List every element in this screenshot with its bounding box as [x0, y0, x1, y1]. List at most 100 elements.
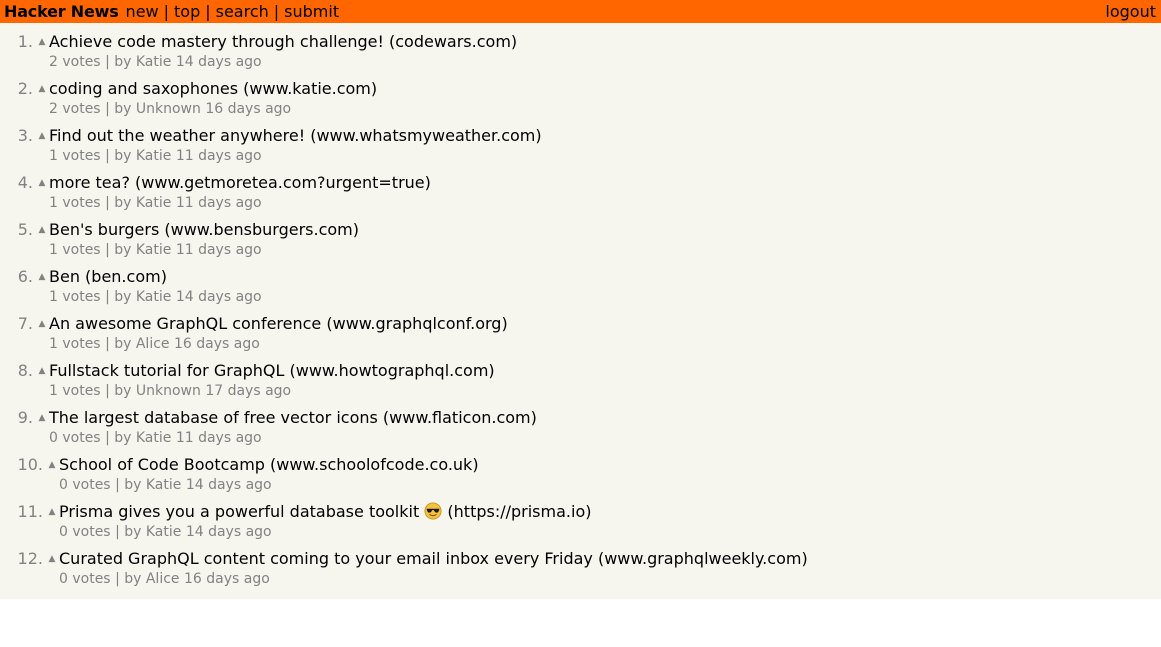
- link-body: Ben (ben.com) 1 votes | by Katie 14 days …: [49, 267, 262, 307]
- link-rank: 3.: [17, 126, 33, 145]
- link-list: 1. ▲ Achieve code mastery through challeng…: [0, 23, 1161, 599]
- nav-top-link[interactable]: top: [174, 2, 200, 21]
- posted-time: 14 days ago: [185, 524, 272, 540]
- link-body: Prisma gives you a powerful database too…: [59, 502, 591, 542]
- link-meta: 1 votes | by Katie 11 days ago: [49, 193, 431, 213]
- link-title-text: An awesome GraphQL conference (www.graph…: [49, 314, 508, 333]
- link-title[interactable]: Prisma gives you a powerful database too…: [59, 502, 591, 522]
- upvote-triangle-icon[interactable]: ▲: [35, 126, 49, 146]
- vote-count: 1 votes: [49, 289, 101, 305]
- upvote-triangle-icon[interactable]: ▲: [35, 314, 49, 334]
- link-title[interactable]: more tea? (www.getmoretea.com?urgent=tru…: [49, 173, 431, 193]
- posted-time: 14 days ago: [185, 477, 272, 493]
- link-body: School of Code Bootcamp (www.schoolofcod…: [59, 455, 479, 495]
- nav-submit-link[interactable]: submit: [284, 2, 339, 21]
- upvote-triangle-icon[interactable]: ▲: [35, 408, 49, 428]
- posted-time: 16 days ago: [183, 571, 270, 587]
- posted-by: by Katie: [114, 242, 172, 258]
- link-domain: (https://prisma.io): [447, 502, 592, 521]
- vote-count: 1 votes: [49, 383, 101, 399]
- link-title[interactable]: Find out the weather anywhere! (www.what…: [49, 126, 542, 146]
- link-meta: 0 votes | by Katie 14 days ago: [59, 475, 479, 495]
- link-meta: 2 votes | by Unknown 16 days ago: [49, 99, 377, 119]
- meta-separator: |: [105, 289, 110, 305]
- meta-separator: |: [105, 195, 110, 211]
- vote-count: 2 votes: [49, 54, 101, 70]
- link-rank: 7.: [17, 314, 33, 333]
- upvote-triangle-icon[interactable]: ▲: [35, 361, 49, 381]
- upvote-triangle-icon[interactable]: ▲: [35, 79, 49, 99]
- upvote-triangle-icon[interactable]: ▲: [35, 32, 49, 52]
- meta-separator: |: [115, 571, 120, 587]
- meta-separator: |: [115, 524, 120, 540]
- link-body: Achieve code mastery through challenge! …: [49, 32, 517, 72]
- vote-count: 1 votes: [49, 336, 101, 352]
- link-rank: 9.: [17, 408, 33, 427]
- link-title[interactable]: Ben's burgers (www.bensburgers.com): [49, 220, 359, 240]
- vote-count: 2 votes: [49, 101, 101, 117]
- link-title[interactable]: School of Code Bootcamp (www.schoolofcod…: [59, 455, 479, 475]
- link-title[interactable]: The largest database of free vector icon…: [49, 408, 537, 428]
- upvote-triangle-icon[interactable]: ▲: [35, 220, 49, 240]
- vote-count: 1 votes: [49, 148, 101, 164]
- upvote-triangle-icon[interactable]: ▲: [35, 267, 49, 287]
- link-title-text: Fullstack tutorial for GraphQL (www.howt…: [49, 361, 495, 380]
- posted-time: 11 days ago: [175, 195, 262, 211]
- upvote-triangle-icon[interactable]: ▲: [45, 455, 59, 475]
- link-title-text: Curated GraphQL content coming to your e…: [59, 549, 808, 568]
- link-body: An awesome GraphQL conference (www.graph…: [49, 314, 508, 354]
- link-body: more tea? (www.getmoretea.com?urgent=tru…: [49, 173, 431, 213]
- posted-by: by Katie: [114, 148, 172, 164]
- link-meta: 1 votes | by Katie 11 days ago: [49, 146, 542, 166]
- link-body: coding and saxophones (www.katie.com) 2 v…: [49, 79, 377, 119]
- link-title[interactable]: Ben (ben.com): [49, 267, 262, 287]
- link-meta: 1 votes | by Katie 11 days ago: [49, 240, 359, 260]
- logout-link[interactable]: logout: [1105, 2, 1156, 21]
- link-title[interactable]: coding and saxophones (www.katie.com): [49, 79, 377, 99]
- meta-separator: |: [105, 101, 110, 117]
- upvote-triangle-icon[interactable]: ▲: [45, 549, 59, 569]
- posted-by: by Katie: [124, 477, 182, 493]
- link-title-text: Ben (ben.com): [49, 267, 167, 286]
- meta-separator: |: [105, 383, 110, 399]
- nav-new-link[interactable]: new: [126, 2, 159, 21]
- vote-count: 0 votes: [59, 571, 111, 587]
- upvote-triangle-icon[interactable]: ▲: [45, 502, 59, 522]
- brand-title: Hacker News: [4, 2, 119, 21]
- header-left: Hacker News new | top | search | submit: [4, 2, 339, 21]
- link-meta: 0 votes | by Alice 16 days ago: [59, 569, 808, 589]
- link-title[interactable]: Curated GraphQL content coming to your e…: [59, 549, 808, 569]
- meta-separator: |: [105, 242, 110, 258]
- link-item: 4. ▲ more tea? (www.getmoretea.com?urgent=…: [0, 173, 1161, 220]
- upvote-triangle-icon[interactable]: ▲: [35, 173, 49, 193]
- posted-time: 16 days ago: [205, 101, 292, 117]
- link-body: Ben's burgers (www.bensburgers.com) 1 vot…: [49, 220, 359, 260]
- link-item: 12. ▲ Curated GraphQL content coming to yo…: [0, 549, 1161, 596]
- posted-by: by Unknown: [114, 383, 201, 399]
- nav-separator: |: [163, 2, 170, 21]
- link-rank: 1.: [17, 32, 33, 51]
- posted-by: by Katie: [114, 430, 172, 446]
- meta-separator: |: [105, 148, 110, 164]
- link-title-text: The largest database of free vector icon…: [49, 408, 537, 427]
- link-meta: 1 votes | by Unknown 17 days ago: [49, 381, 495, 401]
- link-title-text: Prisma gives you a powerful database too…: [59, 502, 420, 521]
- link-title-text: more tea? (www.getmoretea.com?urgent=tru…: [49, 173, 431, 192]
- page-container: Hacker News new | top | search | submit logout…: [0, 0, 1161, 599]
- link-title[interactable]: An awesome GraphQL conference (www.graph…: [49, 314, 508, 334]
- link-title[interactable]: Achieve code mastery through challenge! …: [49, 32, 517, 52]
- nav-search-link[interactable]: search: [216, 2, 269, 21]
- vote-count: 1 votes: [49, 195, 101, 211]
- link-item: 9. ▲ The largest database of free vector i…: [0, 408, 1161, 455]
- link-body: Fullstack tutorial for GraphQL (www.howt…: [49, 361, 495, 401]
- link-meta: 0 votes | by Katie 14 days ago: [59, 522, 591, 542]
- vote-count: 0 votes: [59, 477, 111, 493]
- posted-time: 16 days ago: [173, 336, 260, 352]
- meta-separator: |: [105, 336, 110, 352]
- link-item: 6. ▲ Ben (ben.com) 1 votes | by Katie 14 da…: [0, 267, 1161, 314]
- link-title[interactable]: Fullstack tutorial for GraphQL (www.howt…: [49, 361, 495, 381]
- posted-time: 11 days ago: [175, 148, 262, 164]
- link-meta: 2 votes | by Katie 14 days ago: [49, 52, 517, 72]
- link-rank: 8.: [17, 361, 33, 380]
- link-rank: 6.: [17, 267, 33, 286]
